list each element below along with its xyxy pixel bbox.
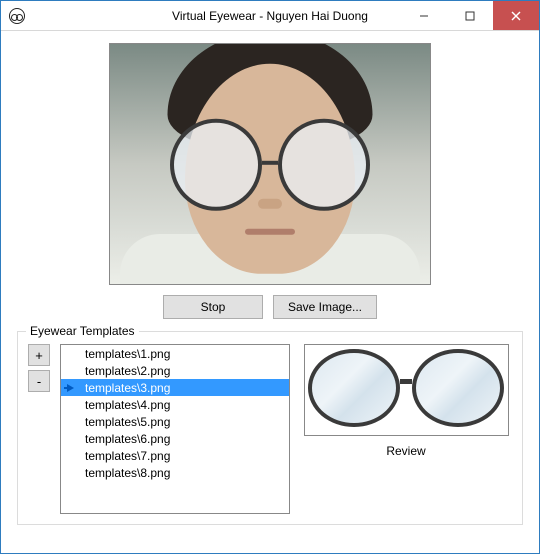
eyewear-templates-group: Eyewear Templates + - templates\1.pngtem… bbox=[17, 331, 523, 525]
list-item[interactable]: templates\1.png bbox=[61, 345, 289, 362]
stop-button[interactable]: Stop bbox=[163, 295, 263, 319]
template-preview bbox=[304, 344, 509, 436]
list-item[interactable]: templates\4.png bbox=[61, 396, 289, 413]
group-title: Eyewear Templates bbox=[26, 324, 139, 338]
remove-template-button[interactable]: - bbox=[28, 370, 50, 392]
list-item[interactable]: templates\6.png bbox=[61, 430, 289, 447]
template-listbox[interactable]: templates\1.pngtemplates\2.pngtemplates\… bbox=[60, 344, 290, 514]
preview-label: Review bbox=[386, 444, 425, 458]
app-icon bbox=[9, 8, 25, 24]
titlebar: Virtual Eyewear - Nguyen Hai Duong bbox=[1, 1, 539, 31]
window-controls bbox=[401, 1, 539, 30]
list-item[interactable]: templates\8.png bbox=[61, 464, 289, 481]
minimize-button[interactable] bbox=[401, 1, 447, 30]
list-item[interactable]: templates\7.png bbox=[61, 447, 289, 464]
action-buttons: Stop Save Image... bbox=[17, 295, 523, 319]
list-item[interactable]: templates\5.png bbox=[61, 413, 289, 430]
close-button[interactable] bbox=[493, 1, 539, 30]
add-template-button[interactable]: + bbox=[28, 344, 50, 366]
client-area: Stop Save Image... Eyewear Templates + -… bbox=[1, 31, 539, 541]
maximize-button[interactable] bbox=[447, 1, 493, 30]
save-image-button[interactable]: Save Image... bbox=[273, 295, 377, 319]
list-item[interactable]: templates\2.png bbox=[61, 362, 289, 379]
camera-preview bbox=[109, 43, 431, 285]
glasses-icon bbox=[308, 349, 504, 431]
list-item[interactable]: templates\3.png bbox=[61, 379, 289, 396]
